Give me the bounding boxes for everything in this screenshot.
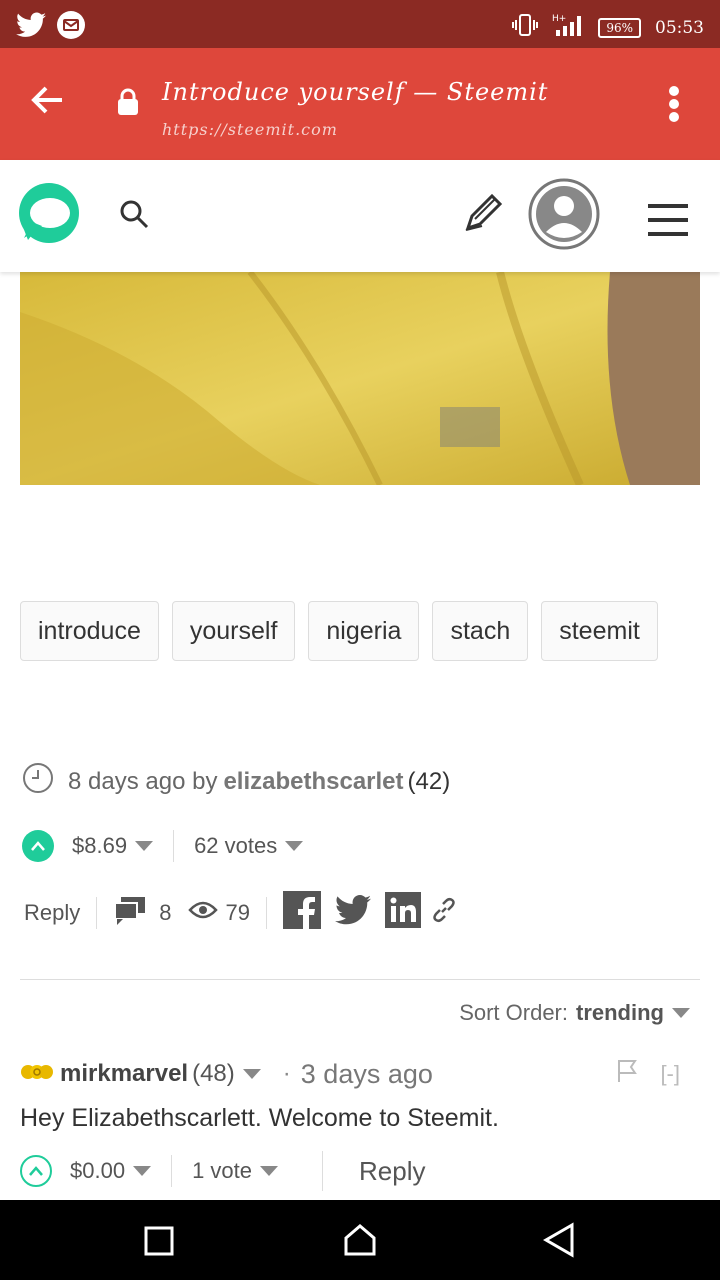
signal-icon: H+ xyxy=(552,12,584,43)
steemit-logo-icon[interactable] xyxy=(18,182,80,249)
divider xyxy=(173,830,175,862)
hamburger-menu-icon[interactable] xyxy=(648,204,688,241)
system-nav-bar xyxy=(0,1200,720,1280)
twitter-share-icon[interactable] xyxy=(334,895,371,931)
divider xyxy=(171,1155,173,1187)
overflow-menu-icon[interactable] xyxy=(668,86,680,127)
back-arrow-icon[interactable] xyxy=(26,78,70,127)
facebook-icon[interactable] xyxy=(282,891,321,935)
tag-nigeria[interactable]: nigeria xyxy=(308,601,420,661)
vibrate-icon xyxy=(512,13,539,42)
comment-upvote-button[interactable] xyxy=(20,1155,52,1187)
divider xyxy=(96,897,98,929)
tag-stach[interactable]: stach xyxy=(432,601,529,661)
twitter-icon xyxy=(16,12,46,43)
comments-count: 8 xyxy=(159,900,172,925)
post-vote-row: $8.69 62 votes xyxy=(22,828,304,864)
author-dropdown-icon[interactable] xyxy=(242,1069,261,1079)
tag-steemit[interactable]: steemit xyxy=(541,601,658,661)
comment-votes-dropdown-icon[interactable] xyxy=(260,1166,278,1176)
tag-introduce[interactable]: introduce xyxy=(20,601,159,661)
votes-dropdown-icon[interactable] xyxy=(285,841,304,851)
home-icon[interactable] xyxy=(342,1222,378,1263)
views-icon xyxy=(187,900,218,926)
comment-age[interactable]: 3 days ago xyxy=(301,1059,433,1090)
post-meta: 8 days ago by elizabethscarlet (42) xyxy=(22,762,450,801)
comment-body: Hey Elizabethscarlett. Welcome to Steemi… xyxy=(20,1104,499,1132)
payout-dropdown-icon[interactable] xyxy=(135,841,154,851)
copy-link-icon[interactable] xyxy=(431,897,457,929)
recent-apps-icon[interactable] xyxy=(144,1226,174,1261)
post-image xyxy=(20,272,700,485)
sort-value[interactable]: trending xyxy=(576,1000,664,1026)
comment-reply-link[interactable]: Reply xyxy=(359,1156,425,1187)
browser-toolbar: Introduce yourself — Steemit https://ste… xyxy=(0,48,720,160)
linkedin-icon[interactable] xyxy=(384,892,421,934)
divider xyxy=(265,897,267,929)
comment-header: mirkmarvel (48) · 3 days ago [-] xyxy=(20,1056,700,1092)
comment-votes[interactable]: 1 vote xyxy=(192,1158,252,1184)
sort-order[interactable]: Sort Order: trending xyxy=(459,1000,690,1026)
post-age: 8 days ago by xyxy=(68,767,218,795)
divider xyxy=(322,1151,323,1191)
section-divider xyxy=(20,979,700,980)
site-header xyxy=(0,160,720,272)
comment-vote-row: $0.00 1 vote Reply xyxy=(20,1151,425,1191)
comment-author-reputation: (48) xyxy=(192,1060,235,1087)
comment-payout-dropdown-icon[interactable] xyxy=(133,1166,152,1176)
collapse-toggle[interactable]: [-] xyxy=(660,1061,680,1087)
svg-text:H+: H+ xyxy=(552,14,566,24)
flag-icon[interactable] xyxy=(616,1058,638,1091)
tag-yourself[interactable]: yourself xyxy=(171,601,296,661)
clock-icon xyxy=(22,762,54,801)
page-title[interactable]: Introduce yourself — Steemit xyxy=(162,78,548,106)
comment-author[interactable]: mirkmarvel xyxy=(60,1060,188,1088)
status-bar: H+ 96% 05:53 xyxy=(0,0,720,48)
write-post-icon[interactable] xyxy=(462,192,504,239)
lock-icon xyxy=(116,88,140,121)
reply-link[interactable]: Reply xyxy=(24,900,80,926)
coin-badge-icon xyxy=(20,1060,54,1088)
upvote-button[interactable] xyxy=(22,830,54,862)
battery-indicator: 96% xyxy=(598,17,641,38)
post-votes[interactable]: 62 votes xyxy=(194,833,277,859)
comments-icon[interactable] xyxy=(113,895,147,931)
post-action-row: Reply 8 79 xyxy=(24,891,457,935)
bullet: · xyxy=(282,1060,291,1087)
message-icon xyxy=(56,10,86,45)
back-icon[interactable] xyxy=(542,1222,576,1263)
author-reputation: (42) xyxy=(407,767,451,795)
comment-payout[interactable]: $0.00 xyxy=(70,1158,125,1184)
post-author[interactable]: elizabethscarlet xyxy=(223,768,403,796)
views-count: 79 xyxy=(225,900,250,925)
search-icon[interactable] xyxy=(118,198,150,235)
avatar[interactable] xyxy=(528,178,600,255)
sort-dropdown-icon[interactable] xyxy=(672,1008,690,1018)
sort-label: Sort Order: xyxy=(459,1000,568,1025)
tag-list: introduce yourself nigeria stach steemit xyxy=(20,601,700,661)
clock: 05:53 xyxy=(655,17,704,38)
page-url[interactable]: https://steemit.com xyxy=(162,120,338,139)
post-payout[interactable]: $8.69 xyxy=(72,833,127,859)
